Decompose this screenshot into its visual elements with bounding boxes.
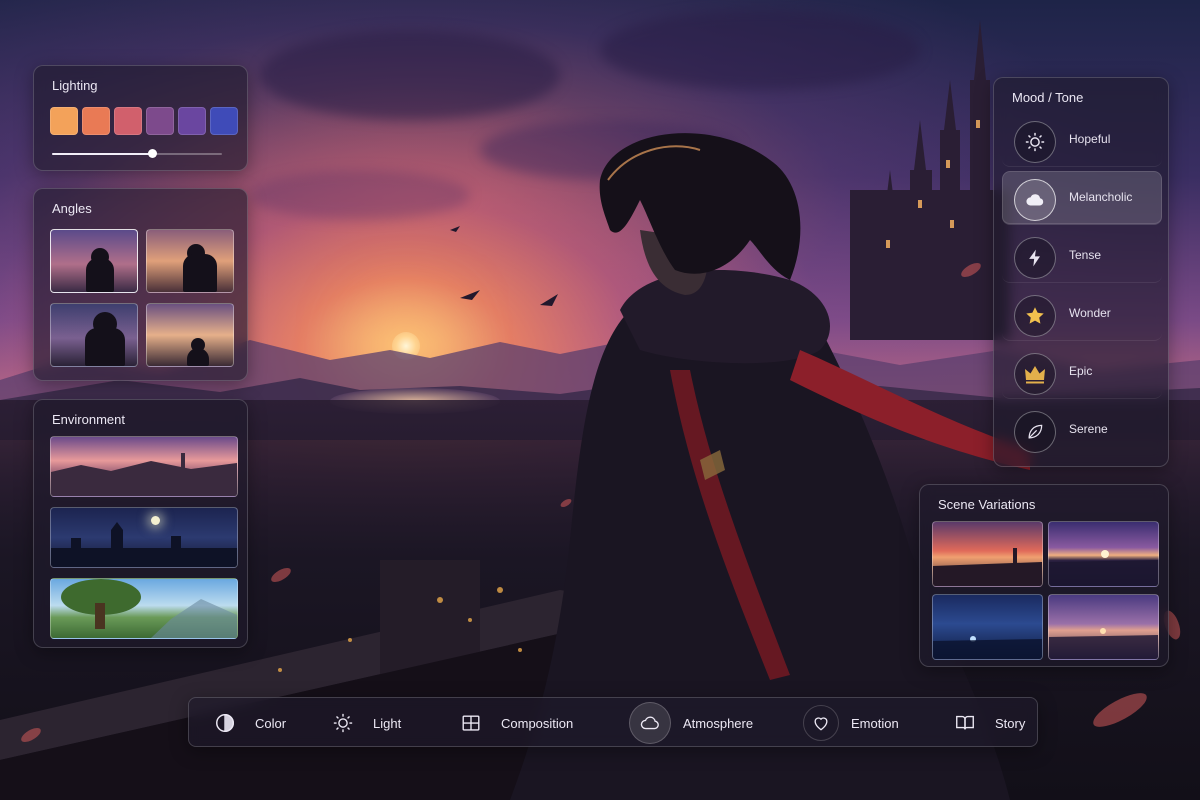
mood-label: Tense bbox=[1069, 248, 1102, 262]
angles-title: Angles bbox=[52, 201, 92, 216]
character-silhouette bbox=[85, 328, 125, 366]
variations-title: Scene Variations bbox=[938, 497, 1036, 512]
slider-fill bbox=[52, 153, 153, 155]
lighting-title: Lighting bbox=[52, 78, 98, 93]
angle-thumbnail[interactable] bbox=[50, 229, 138, 293]
variation-thumbnail[interactable] bbox=[1048, 594, 1159, 660]
toolbar-label: Color bbox=[255, 715, 287, 731]
mood-tone-panel: Mood / Tone Hopeful Melancholic Tense Wo… bbox=[993, 77, 1169, 467]
mood-item-epic[interactable]: Epic bbox=[1002, 345, 1162, 399]
mood-item-melancholic[interactable]: Melancholic bbox=[1002, 171, 1162, 225]
cloud bbox=[260, 30, 560, 120]
sun-icon bbox=[325, 705, 361, 741]
toolbar-color-button[interactable]: Color bbox=[207, 698, 286, 748]
color-swatches bbox=[50, 107, 238, 135]
mood-item-serene[interactable]: Serene bbox=[1002, 403, 1162, 456]
lighting-slider[interactable] bbox=[52, 149, 222, 158]
city-silhouette bbox=[51, 522, 237, 567]
birds bbox=[450, 226, 558, 306]
environment-night-city[interactable] bbox=[50, 507, 238, 568]
mood-item-tense[interactable]: Tense bbox=[1002, 229, 1162, 283]
color-swatch[interactable] bbox=[146, 107, 174, 135]
color-swatch[interactable] bbox=[210, 107, 238, 135]
sun-icon bbox=[1014, 121, 1056, 163]
color-swatch[interactable] bbox=[82, 107, 110, 135]
toolbar-label: Light bbox=[373, 715, 402, 731]
toolbar-atmosphere-button[interactable]: Atmosphere bbox=[629, 698, 753, 748]
mood-label: Serene bbox=[1069, 422, 1108, 436]
heart-icon bbox=[803, 705, 839, 741]
bottom-toolbar: Color Light Composition Atmosphere Emoti… bbox=[188, 697, 1038, 747]
toolbar-light-button[interactable]: Light bbox=[325, 698, 401, 748]
lighting-panel: Lighting bbox=[33, 65, 248, 171]
cloud bbox=[250, 170, 470, 220]
angle-thumbnails bbox=[50, 229, 234, 367]
crown-glyph bbox=[1025, 366, 1045, 384]
star-icon bbox=[1014, 295, 1056, 337]
variation-thumbnail[interactable] bbox=[1048, 521, 1159, 587]
angles-panel: Angles bbox=[33, 188, 248, 381]
toolbar-label: Emotion bbox=[851, 715, 899, 731]
angle-thumbnail[interactable] bbox=[146, 303, 234, 367]
toolbar-emotion-button[interactable]: Emotion bbox=[803, 698, 899, 748]
tree-illustration bbox=[61, 579, 237, 638]
mood-label: Wonder bbox=[1069, 306, 1111, 320]
cloud-icon bbox=[1014, 179, 1056, 221]
mood-item-wonder[interactable]: Wonder bbox=[1002, 287, 1162, 341]
variation-thumbnail[interactable] bbox=[932, 594, 1043, 660]
mood-item-hopeful[interactable]: Hopeful bbox=[1002, 113, 1162, 167]
mood-list: Hopeful Melancholic Tense Wonder Epic Se… bbox=[1002, 113, 1162, 460]
toolbar-label: Story bbox=[995, 715, 1026, 731]
angle-thumbnail[interactable] bbox=[50, 303, 138, 367]
color-wheel-icon bbox=[207, 705, 243, 741]
mood-label: Epic bbox=[1069, 364, 1093, 378]
variation-thumbnail[interactable] bbox=[932, 521, 1043, 587]
mood-label: Hopeful bbox=[1069, 132, 1111, 146]
angle-thumbnail[interactable] bbox=[146, 229, 234, 293]
character-silhouette bbox=[86, 258, 114, 292]
grid-icon bbox=[453, 705, 489, 741]
character-silhouette bbox=[183, 254, 217, 292]
cloud-icon bbox=[629, 702, 671, 744]
mood-title: Mood / Tone bbox=[1012, 90, 1084, 105]
variation-landscape bbox=[933, 636, 1042, 659]
valley-silhouette bbox=[51, 453, 237, 496]
character-silhouette bbox=[187, 348, 209, 366]
variation-landscape bbox=[1049, 550, 1158, 586]
color-swatch[interactable] bbox=[178, 107, 206, 135]
slider-thumb[interactable] bbox=[148, 149, 158, 158]
crown-icon bbox=[1014, 353, 1056, 395]
environment-title: Environment bbox=[52, 412, 125, 427]
environment-thumbnails bbox=[50, 436, 238, 639]
color-swatch[interactable] bbox=[114, 107, 142, 135]
environment-sunset-valley[interactable] bbox=[50, 436, 238, 497]
book-icon bbox=[947, 705, 983, 741]
toolbar-label: Composition bbox=[501, 715, 574, 731]
toolbar-story-button[interactable]: Story bbox=[947, 698, 1025, 748]
variation-landscape bbox=[933, 548, 1042, 586]
toolbar-label: Atmosphere bbox=[683, 715, 754, 731]
star-glyph bbox=[1026, 307, 1044, 324]
toolbar-composition-button[interactable]: Composition bbox=[453, 698, 573, 748]
environment-panel: Environment bbox=[33, 399, 248, 648]
mood-label: Melancholic bbox=[1069, 190, 1133, 204]
variation-thumbnails bbox=[932, 521, 1159, 660]
variation-landscape bbox=[1049, 628, 1158, 659]
lightning-icon bbox=[1014, 237, 1056, 279]
leaf-icon bbox=[1014, 411, 1056, 453]
scene-variations-panel: Scene Variations bbox=[919, 484, 1169, 667]
environment-green-meadow[interactable] bbox=[50, 578, 238, 639]
color-swatch[interactable] bbox=[50, 107, 78, 135]
